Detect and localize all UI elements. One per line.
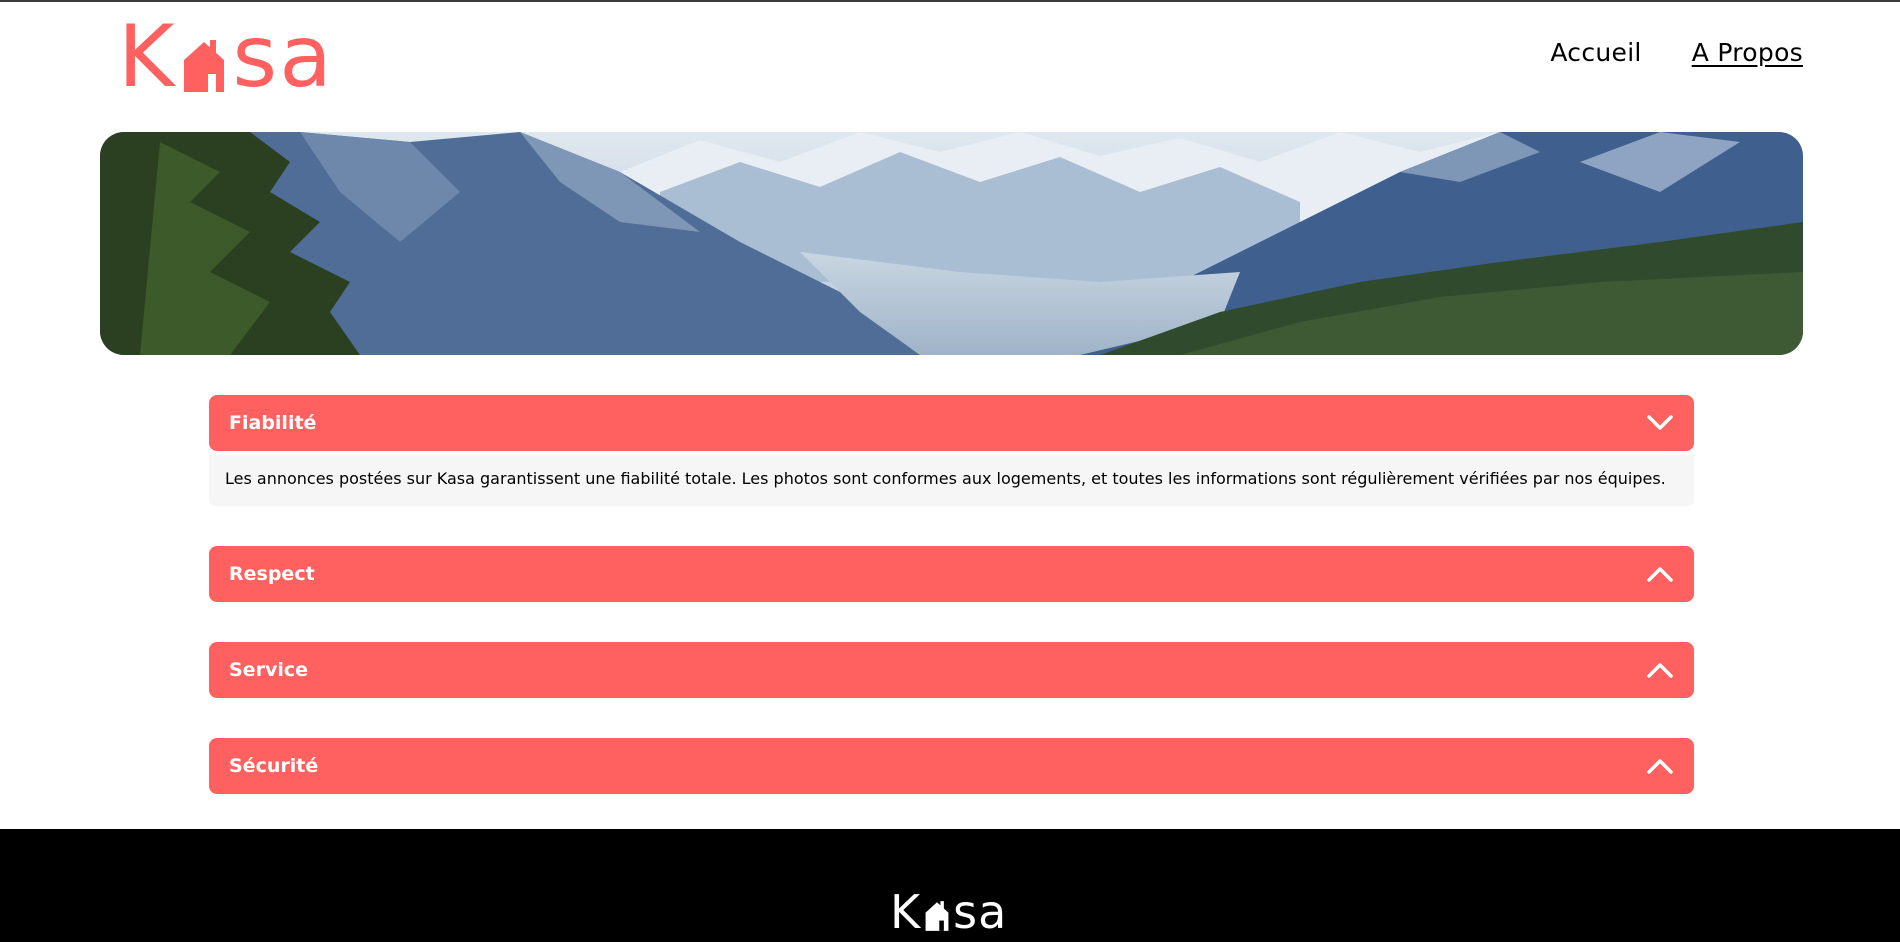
footer-logo-letters-sa: sa [953,885,1008,939]
chevron-down-icon[interactable] [1646,414,1674,432]
accordion-content: Les annonces postées sur Kasa garantisse… [209,455,1694,506]
accordion-title: Fiabilité [229,412,317,434]
nav-link-a-propos[interactable]: A Propos [1692,38,1803,67]
accordion-item-respect: Respect [209,545,1694,602]
nav-link-accueil[interactable]: Accueil [1550,38,1641,67]
accordion-item-fiabilite: Fiabilité Les annonces postées sur Kasa … [209,395,1694,506]
accordion-header-securite[interactable]: Sécurité [209,737,1694,794]
site-header: K sa Accueil A Propos [0,2,1900,130]
footer-kasa-logo: K sa [890,889,1007,935]
chevron-up-icon[interactable] [1646,757,1674,775]
accordion-title: Sécurité [229,754,319,777]
about-banner-image [100,132,1803,355]
accordion-item-service: Service [209,641,1694,698]
chevron-up-icon[interactable] [1646,565,1674,583]
main-nav: Accueil A Propos [1550,38,1803,67]
accordion-title: Respect [229,562,315,585]
accordion-header-fiabilite[interactable]: Fiabilité [209,395,1694,451]
logo-letter-k: K [118,7,177,107]
accordion-title: Service [229,658,308,681]
logo-letters-sa: sa [232,7,334,107]
accordion-header-respect[interactable]: Respect [209,545,1694,602]
accordion-header-service[interactable]: Service [209,641,1694,698]
accordion-item-securite: Sécurité [209,737,1694,794]
values-accordion: Fiabilité Les annonces postées sur Kasa … [209,395,1694,834]
site-footer: K sa [0,829,1900,942]
footer-logo-letter-k: K [890,885,922,939]
mountain-landscape-image [100,132,1803,355]
footer-house-icon [925,901,949,931]
kasa-logo[interactable]: K sa [118,14,334,100]
house-icon [184,40,225,92]
chevron-up-icon[interactable] [1646,661,1674,679]
